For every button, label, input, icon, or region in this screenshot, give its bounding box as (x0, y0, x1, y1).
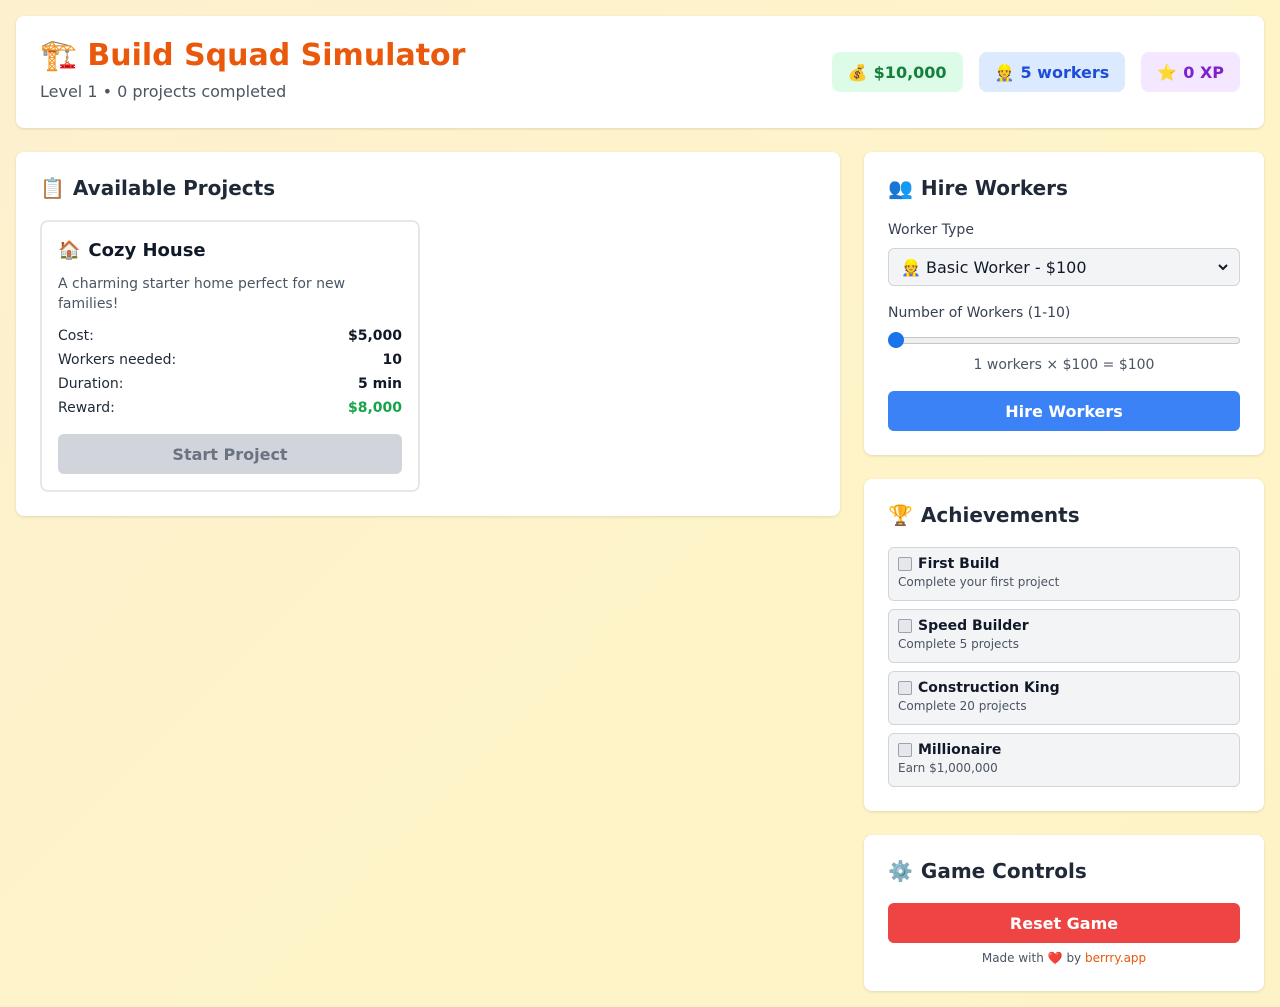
project-name-text: Cozy House (88, 240, 206, 261)
heart-icon: ❤️ (1047, 951, 1063, 965)
start-project-button[interactable]: Start Project (58, 434, 402, 474)
workers-value: 5 workers (1020, 62, 1110, 82)
project-workers-row: Workers needed: 10 (58, 352, 402, 368)
xp-value: 0 XP (1183, 62, 1224, 82)
reset-game-button[interactable]: Reset Game (888, 903, 1240, 943)
cost-label: Cost: (58, 328, 94, 344)
people-icon: 👥 (888, 176, 913, 200)
achievement-description: Earn $1,000,000 (898, 761, 998, 775)
projects-title: 📋 Available Projects (40, 176, 275, 200)
project-duration-row: Duration: 5 min (58, 376, 402, 392)
project-card-cozy-house: 🏠 Cozy House A charming starter home per… (40, 220, 420, 492)
project-name: 🏠 Cozy House (58, 240, 206, 261)
workers-badge: 👷 5 workers (978, 52, 1126, 92)
worker-icon: 👷 (994, 62, 1015, 82)
money-badge: 💰 $10,000 (831, 52, 963, 92)
achievements-panel: 🏆 Achievements First Build Complete your… (864, 479, 1264, 811)
crane-icon: 🏗️ (40, 38, 78, 73)
achievement-name: Construction King (918, 680, 1060, 696)
achievement-construction-king: Construction King Complete 20 projects (888, 671, 1240, 725)
achievements-title-text: Achievements (920, 503, 1080, 527)
achievement-name: Speed Builder (918, 618, 1029, 634)
workers-needed-value: 10 (382, 352, 402, 368)
achievement-name: First Build (918, 556, 1000, 572)
achievement-description: Complete 5 projects (898, 637, 1019, 651)
project-reward-row: Reward: $8,000 (58, 400, 402, 416)
unchecked-box-icon (898, 619, 912, 633)
hire-workers-button[interactable]: Hire Workers (888, 391, 1240, 431)
money-bag-icon: 💰 (847, 62, 868, 82)
unchecked-box-icon (898, 681, 912, 695)
unchecked-box-icon (898, 557, 912, 571)
chevron-down-icon (1218, 264, 1228, 271)
worker-count-slider[interactable] (888, 332, 1240, 348)
achievement-first-build: First Build Complete your first project (888, 547, 1240, 601)
duration-value: 5 min (358, 376, 402, 392)
footer-credit: Made with ❤️ by berrry.app (888, 951, 1240, 965)
project-cost-row: Cost: $5,000 (58, 328, 402, 344)
house-icon: 🏠 (58, 240, 81, 261)
gear-icon: ⚙️ (888, 859, 913, 883)
unchecked-box-icon (898, 743, 912, 757)
achievement-millionaire: Millionaire Earn $1,000,000 (888, 733, 1240, 787)
footer-by: by (1066, 951, 1082, 965)
duration-label: Duration: (58, 376, 124, 392)
projects-panel: 📋 Available Projects 🏠 Cozy House A char… (16, 152, 840, 516)
hire-title: 👥 Hire Workers (888, 176, 1068, 200)
reward-value: $8,000 (347, 400, 402, 416)
cost-value: $5,000 (347, 328, 402, 344)
workers-needed-label: Workers needed: (58, 352, 177, 368)
worker-count-label: Number of Workers (1-10) (888, 305, 1071, 321)
controls-title: ⚙️ Game Controls (888, 859, 1087, 883)
level-status: Level 1 • 0 projects completed (40, 82, 287, 101)
achievement-description: Complete your first project (898, 575, 1060, 589)
worker-type-value: 👷 Basic Worker - $100 (901, 258, 1087, 277)
hire-panel: 👥 Hire Workers Worker Type 👷 Basic Worke… (864, 152, 1264, 455)
header-panel: 🏗️ Build Squad Simulator Level 1 • 0 pro… (16, 16, 1264, 128)
hire-cost-calculation: 1 workers × $100 = $100 (973, 357, 1155, 373)
controls-title-text: Game Controls (920, 859, 1087, 883)
achievements-title: 🏆 Achievements (888, 503, 1080, 527)
achievement-name: Millionaire (918, 742, 1002, 758)
worker-icon: 👷 (901, 257, 921, 277)
money-value: $10,000 (873, 62, 947, 82)
achievement-name-row: Speed Builder (898, 618, 1230, 634)
worker-type-select[interactable]: 👷 Basic Worker - $100 (888, 248, 1240, 286)
achievement-description: Complete 20 projects (898, 699, 1027, 713)
footer-prefix: Made with (981, 951, 1044, 965)
achievement-speed-builder: Speed Builder Complete 5 projects (888, 609, 1240, 663)
slider-track (888, 337, 1240, 344)
star-icon: ⭐ (1157, 62, 1178, 82)
worker-type-label: Worker Type (888, 222, 974, 238)
app-title-text: Build Squad Simulator (87, 38, 466, 73)
berrry-link[interactable]: berrry.app (1085, 951, 1146, 965)
achievement-name-row: Construction King (898, 680, 1230, 696)
xp-badge: ⭐ 0 XP (1141, 52, 1240, 92)
achievement-name-row: First Build (898, 556, 1230, 572)
hire-title-text: Hire Workers (920, 176, 1068, 200)
stats-bar: 💰 $10,000 👷 5 workers ⭐ 0 XP (831, 52, 1240, 92)
controls-panel: ⚙️ Game Controls Reset Game Made with ❤️… (864, 835, 1264, 991)
projects-title-text: Available Projects (72, 176, 276, 200)
reward-label: Reward: (58, 400, 115, 416)
app-title: 🏗️ Build Squad Simulator (40, 38, 465, 73)
clipboard-icon: 📋 (40, 176, 65, 200)
trophy-icon: 🏆 (888, 503, 913, 527)
worker-type-text: Basic Worker - $100 (926, 257, 1087, 277)
project-description: A charming starter home perfect for new … (58, 276, 346, 312)
slider-thumb[interactable] (888, 332, 904, 348)
achievement-name-row: Millionaire (898, 742, 1230, 758)
